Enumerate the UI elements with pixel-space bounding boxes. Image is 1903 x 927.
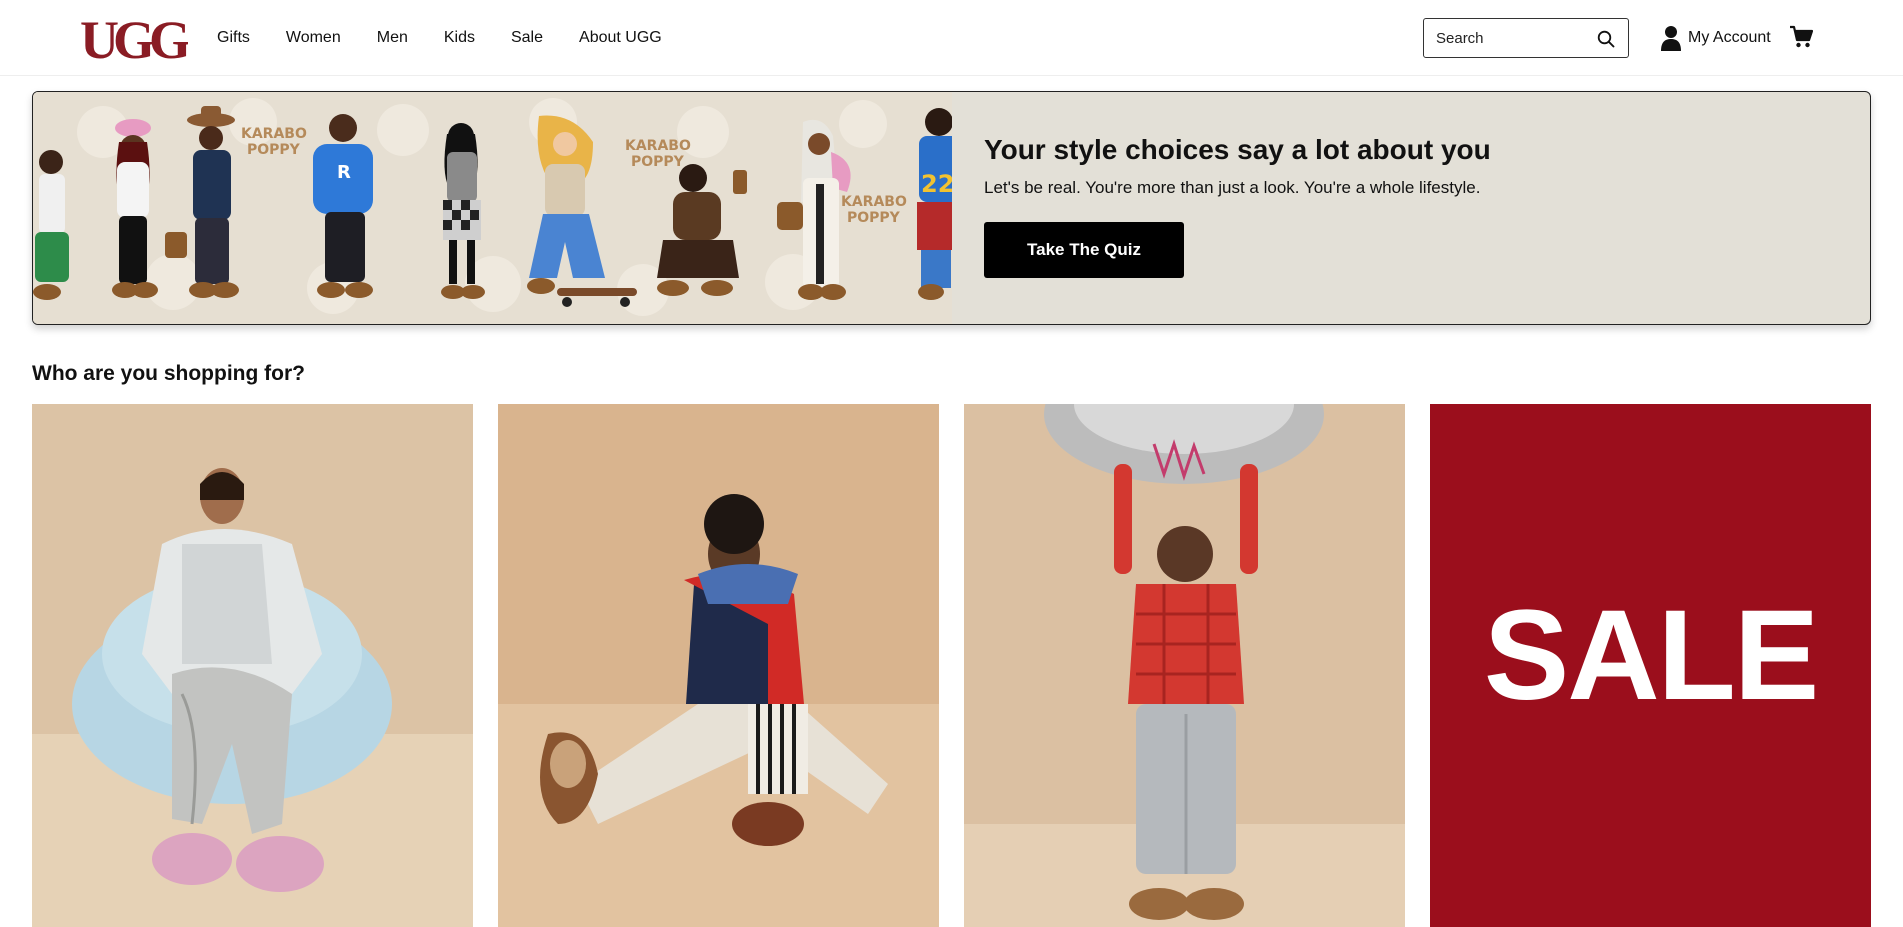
svg-text:22: 22 (921, 170, 952, 198)
sale-label: SALE (1483, 584, 1819, 727)
svg-text:R: R (337, 162, 351, 183)
my-account-label: My Account (1688, 29, 1771, 46)
art-lettering: POPPY (631, 154, 685, 170)
main-nav: Gifts Women Men Kids Sale About UGG (217, 0, 662, 76)
banner-illustration: KARABO POPPY R KARABO POPPY KARABO POPPY… (33, 92, 952, 324)
user-icon (1661, 26, 1681, 51)
art-lettering: POPPY (847, 210, 901, 226)
men-photo (498, 404, 939, 927)
nav-women[interactable]: Women (286, 29, 341, 47)
search-icon[interactable] (1597, 30, 1615, 48)
tile-men[interactable] (498, 404, 939, 927)
nav-kids[interactable]: Kids (444, 29, 475, 47)
style-quiz-banner: KARABO POPPY R KARABO POPPY KARABO POPPY… (32, 91, 1871, 325)
art-lettering: KARABO (241, 126, 307, 142)
nav-sale[interactable]: Sale (511, 29, 543, 47)
nav-men[interactable]: Men (377, 29, 408, 47)
kids-photo (964, 404, 1405, 927)
women-photo (32, 404, 473, 927)
site-header: UGG Gifts Women Men Kids Sale About UGG … (0, 0, 1903, 76)
tile-kids[interactable] (964, 404, 1405, 927)
search-box (1423, 18, 1629, 58)
banner-content: Your style choices say a lot about you L… (984, 134, 1844, 198)
art-lettering: KARABO (625, 138, 691, 154)
take-the-quiz-button[interactable]: Take The Quiz (984, 222, 1184, 278)
tile-sale[interactable]: SALE (1430, 404, 1871, 927)
my-account-link[interactable]: My Account (1660, 24, 1771, 52)
shopping-for-heading: Who are you shopping for? (32, 362, 305, 385)
banner-title: Your style choices say a lot about you (984, 134, 1491, 165)
cart-icon[interactable] (1789, 25, 1813, 49)
illustrated-characters-image: KARABO POPPY R KARABO POPPY KARABO POPPY… (33, 92, 952, 324)
tile-women[interactable] (32, 404, 473, 927)
search-input[interactable] (1436, 29, 1586, 47)
ugg-logo[interactable]: UGG (78, 12, 188, 64)
banner-subtitle: Let's be real. You're more than just a l… (984, 178, 1481, 197)
art-lettering: POPPY (247, 142, 301, 158)
nav-about-ugg[interactable]: About UGG (579, 29, 662, 47)
art-lettering: KARABO (841, 194, 907, 210)
nav-gifts[interactable]: Gifts (217, 29, 250, 47)
svg-text:UGG: UGG (80, 12, 188, 64)
